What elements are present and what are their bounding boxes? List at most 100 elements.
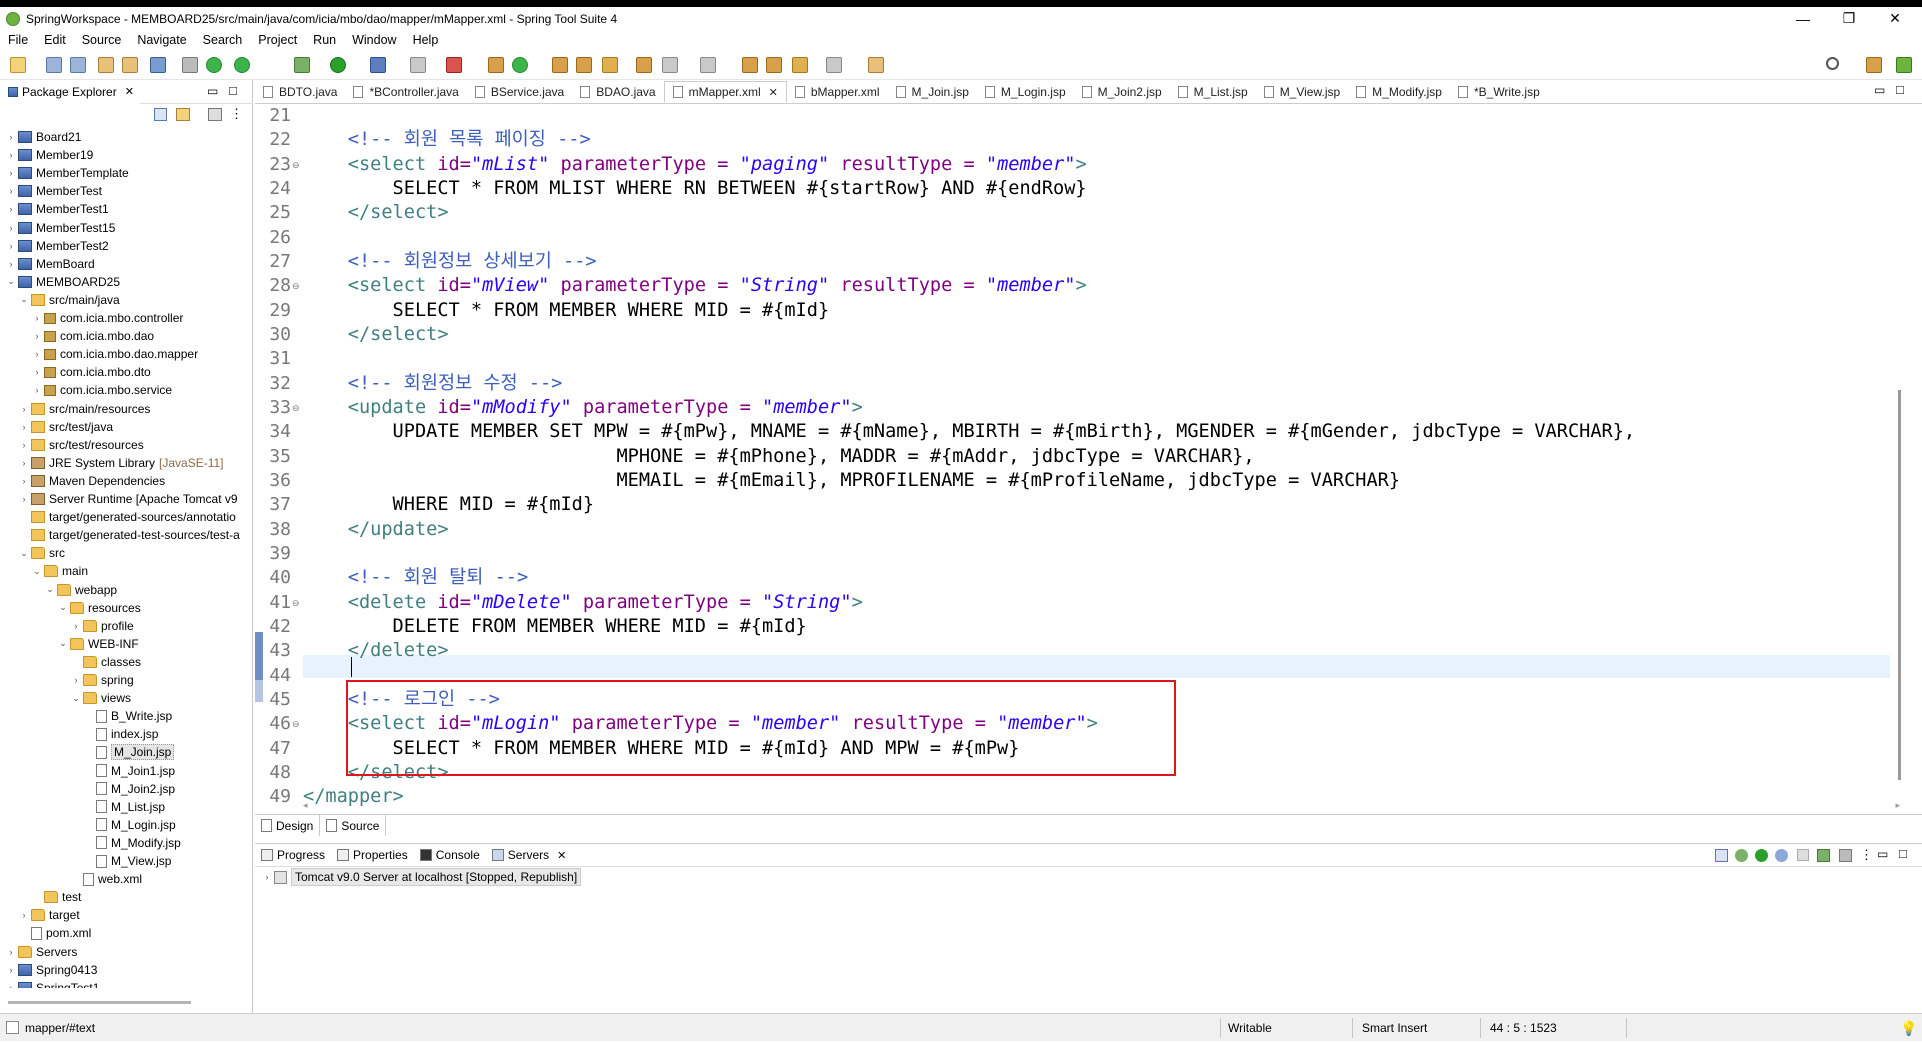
- expand-twisty-icon[interactable]: ›: [19, 440, 29, 450]
- menu-help[interactable]: Help: [405, 33, 447, 47]
- debug-icon[interactable]: [294, 57, 310, 73]
- menu-file[interactable]: File: [0, 33, 36, 47]
- spring-boot-dashboard-icon[interactable]: [206, 57, 222, 73]
- editor-tab[interactable]: M_List.jsp: [1170, 81, 1256, 103]
- expand-twisty-icon[interactable]: ›: [19, 494, 29, 504]
- editor-vertical-scrollbar[interactable]: [1898, 390, 1901, 780]
- tree-item[interactable]: › MemberTest: [6, 182, 103, 200]
- tree-item[interactable]: ⌄ WEB-INF: [58, 635, 138, 653]
- tree-item[interactable]: ⌄ webapp: [45, 581, 117, 599]
- expand-twisty-icon[interactable]: ›: [32, 331, 42, 341]
- collapse-twisty-icon[interactable]: ⌄: [19, 294, 29, 305]
- expand-twisty-icon[interactable]: ›: [6, 223, 16, 233]
- editor-tab[interactable]: BService.java: [467, 81, 572, 103]
- tree-item[interactable]: › SpringTest1: [6, 979, 99, 988]
- menu-run[interactable]: Run: [305, 33, 344, 47]
- collapse-all-icon[interactable]: [154, 108, 167, 121]
- menu-window[interactable]: Window: [344, 33, 404, 47]
- code-line[interactable]: </update>: [303, 518, 449, 542]
- expand-twisty-icon[interactable]: ›: [6, 186, 16, 196]
- expand-twisty-icon[interactable]: ›: [19, 404, 29, 414]
- editor-tab[interactable]: M_Login.jsp: [977, 81, 1074, 103]
- coverage-icon[interactable]: [370, 57, 386, 73]
- expand-twisty-icon[interactable]: ›: [6, 150, 16, 160]
- tree-item[interactable]: M_View.jsp: [84, 852, 171, 870]
- menu-edit[interactable]: Edit: [36, 33, 74, 47]
- editor-horizontal-scrollbar[interactable]: ◂ ▸: [303, 800, 1900, 812]
- search-task-icon[interactable]: [576, 57, 592, 73]
- code-line[interactable]: </delete>: [303, 639, 449, 663]
- tree-item[interactable]: › MemberTest2: [6, 237, 109, 255]
- fold-toggle-icon[interactable]: ⊖: [292, 153, 300, 177]
- console-icon[interactable]: [150, 57, 166, 73]
- tree-item[interactable]: › MemberTest1: [6, 200, 109, 218]
- collapse-twisty-icon[interactable]: ⌄: [58, 638, 68, 649]
- code-line[interactable]: <!-- 회원정보 상세보기 -->: [303, 250, 597, 274]
- collapse-twisty-icon[interactable]: ⌄: [19, 548, 29, 559]
- tree-item[interactable]: ⌄ src/main/java: [19, 291, 119, 309]
- server-entry[interactable]: › Tomcat v9.0 Server at localhost [Stopp…: [262, 868, 582, 886]
- tree-item[interactable]: › profile: [71, 617, 134, 635]
- expand-twisty-icon[interactable]: ›: [6, 965, 16, 975]
- tree-item[interactable]: › MemberTemplate: [6, 164, 129, 182]
- editor-tab[interactable]: M_View.jsp: [1256, 81, 1348, 103]
- open-perspective-icon[interactable]: [1866, 57, 1882, 73]
- save-all-icon[interactable]: [70, 57, 86, 73]
- relaunch-icon[interactable]: [234, 57, 250, 73]
- open-resource-icon[interactable]: [122, 57, 138, 73]
- new-icon[interactable]: [10, 57, 26, 73]
- tree-item[interactable]: › Member19: [6, 146, 94, 164]
- tree-item[interactable]: › src/test/resources: [19, 436, 144, 454]
- tree-item[interactable]: index.jsp: [84, 725, 158, 743]
- tree-item[interactable]: › JRE System Library [JavaSE-11]: [19, 454, 224, 472]
- open-type-icon[interactable]: [98, 57, 114, 73]
- editor-tab[interactable]: *BController.java: [345, 81, 466, 103]
- clean-icon[interactable]: [1839, 849, 1852, 862]
- tree-item[interactable]: M_Join2.jsp: [84, 780, 175, 798]
- tip-lightbulb-icon[interactable]: 💡: [1900, 1020, 1917, 1037]
- tree-item[interactable]: web.xml: [71, 870, 142, 888]
- code-line[interactable]: WHERE MID = #{mId}: [303, 493, 595, 517]
- tree-item[interactable]: M_Modify.jsp: [84, 834, 181, 852]
- tree-item[interactable]: › target: [19, 906, 80, 924]
- tree-item[interactable]: classes: [71, 653, 141, 671]
- run-icon[interactable]: [330, 57, 346, 73]
- expand-twisty-icon[interactable]: ›: [6, 204, 16, 214]
- tree-item[interactable]: › com.icia.mbo.service: [32, 381, 173, 399]
- tree-item[interactable]: › Servers: [6, 943, 78, 961]
- start-server-icon[interactable]: [1755, 849, 1768, 862]
- tree-item[interactable]: › src/main/resources: [19, 400, 151, 418]
- tree-item[interactable]: ⌄ resources: [58, 599, 140, 617]
- editor-tab[interactable]: *B_Write.jsp: [1450, 81, 1548, 103]
- pin-editor-icon[interactable]: [868, 57, 884, 73]
- menu-project[interactable]: Project: [250, 33, 305, 47]
- tree-item[interactable]: › com.icia.mbo.controller: [32, 309, 184, 327]
- scroll-left-icon[interactable]: ◂: [303, 800, 308, 811]
- code-line[interactable]: <!-- 회원 탈퇴 -->: [303, 566, 528, 590]
- tree-item[interactable]: ⌄ main: [32, 562, 88, 580]
- menu-navigate[interactable]: Navigate: [129, 33, 194, 47]
- editor-tab[interactable]: mMapper.xml ✕: [663, 81, 787, 103]
- code-line[interactable]: <update id="mModify" parameterType = "me…: [303, 396, 863, 420]
- code-line[interactable]: <!-- 회원정보 수정 -->: [303, 372, 563, 396]
- tree-item[interactable]: M_List.jsp: [84, 798, 165, 816]
- code-line[interactable]: UPDATE MEMBER SET MPW = #{mPw}, MNAME = …: [303, 420, 1636, 444]
- code-line[interactable]: </select>: [303, 201, 449, 225]
- expand-twisty-icon[interactable]: ›: [19, 458, 29, 468]
- pen-icon[interactable]: [602, 57, 618, 73]
- code-line[interactable]: <delete id="mDelete" parameterType = "St…: [303, 591, 863, 615]
- profile-server-icon[interactable]: [1775, 849, 1788, 862]
- tab-package-explorer[interactable]: Package Explorer ✕: [0, 79, 140, 104]
- tab-servers[interactable]: Servers ✕: [485, 844, 573, 866]
- tree-item[interactable]: M_Login.jsp: [84, 816, 176, 834]
- editor-tab[interactable]: M_Join.jsp: [888, 81, 977, 103]
- tree-item[interactable]: › Server Runtime [Apache Tomcat v9: [19, 490, 238, 508]
- expand-twisty-icon[interactable]: ›: [32, 313, 42, 323]
- editor-tab[interactable]: M_Modify.jsp: [1348, 81, 1450, 103]
- last-edit-icon[interactable]: [742, 57, 758, 73]
- collapse-servers-icon[interactable]: [1715, 849, 1728, 862]
- tree-item[interactable]: ⌄ MEMBOARD25: [6, 273, 120, 291]
- editor-tab[interactable]: M_Join2.jsp: [1074, 81, 1170, 103]
- tree-horizontal-scrollbar[interactable]: [8, 1001, 191, 1004]
- collapse-twisty-icon[interactable]: ⌄: [45, 584, 55, 595]
